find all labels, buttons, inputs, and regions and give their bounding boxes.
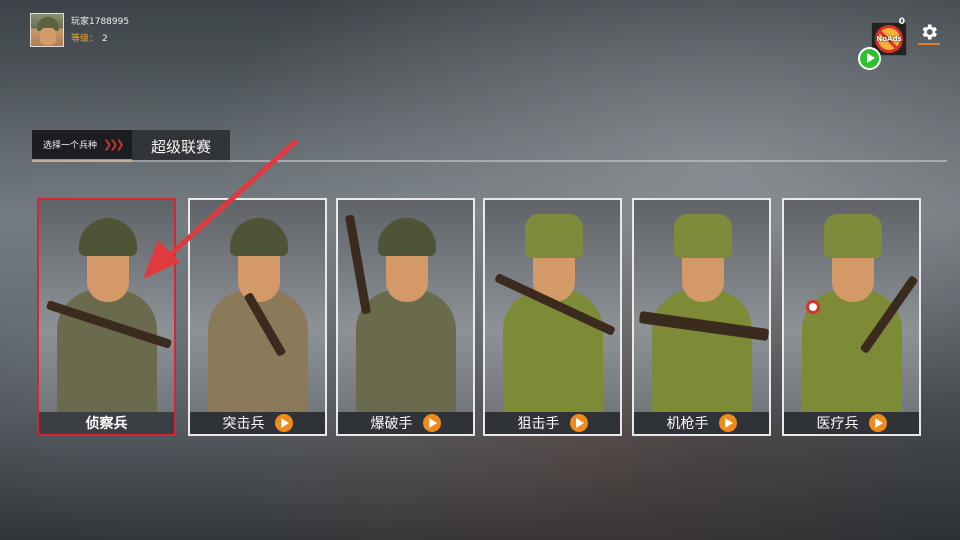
soldier-body [652, 290, 752, 430]
player-profile[interactable]: 玩家1788995 等级： 2 [30, 13, 129, 48]
unit-label-bar: 狙击手 [485, 412, 620, 434]
soldier-helmet [674, 214, 732, 258]
sniper-portrait [485, 200, 620, 430]
unit-label-bar: 爆破手 [338, 412, 473, 434]
unit-card-demolition[interactable]: 爆破手 [336, 198, 475, 436]
demolition-portrait [338, 200, 473, 430]
no-ads-icon: NoAds [875, 25, 903, 53]
soldier-helmet [230, 218, 288, 256]
unit-label-bar: 机枪手 [634, 412, 769, 434]
unit-card-assault[interactable]: 突击兵 [188, 198, 327, 436]
gear-icon [922, 24, 937, 40]
unit-name: 侦察兵 [85, 416, 128, 432]
tab-select-unit[interactable]: 选择一个兵种 ❯❯❯ [32, 130, 132, 162]
unit-name: 狙击手 [517, 416, 560, 432]
scout-portrait [39, 200, 174, 430]
tab-divider [32, 160, 947, 162]
soldier-helmet [378, 218, 436, 256]
unit-name: 医疗兵 [816, 416, 859, 432]
player-name: 玩家1788995 [71, 17, 130, 27]
soldier-body [503, 290, 603, 430]
profile-info: 玩家1788995 等级： 2 [71, 14, 129, 48]
avatar-face [40, 28, 56, 45]
play-video-icon[interactable] [569, 414, 588, 432]
settings-underline [918, 43, 940, 45]
soldier-helmet [824, 214, 882, 258]
unit-card-sniper[interactable]: 狙击手 [483, 198, 622, 436]
unit-label-bar: 突击兵 [190, 412, 325, 434]
settings-button[interactable] [918, 22, 940, 45]
play-video-icon[interactable] [422, 414, 441, 432]
level-row: 等级： 2 [71, 31, 129, 48]
no-ads-label: NoAds [876, 35, 902, 43]
red-cross-armband-icon [806, 300, 820, 314]
avatar[interactable] [30, 13, 64, 47]
tab-bar: 选择一个兵种 ❯❯❯ 超级联赛 [32, 130, 230, 162]
soldier-helmet [525, 214, 583, 258]
tab-super-league-label: 超级联赛 [150, 137, 211, 156]
assault-portrait [190, 200, 325, 430]
play-video-icon[interactable] [718, 414, 737, 432]
play-video-icon[interactable] [868, 414, 887, 432]
tab-super-league[interactable]: 超级联赛 [132, 130, 230, 162]
unit-label-bar: 医疗兵 [784, 412, 919, 434]
machine-gunner-portrait [634, 200, 769, 430]
level-label: 等级： [71, 34, 99, 44]
soldier-helmet [79, 218, 137, 256]
unit-card-scout[interactable]: 侦察兵 [37, 198, 176, 436]
unit-name: 爆破手 [370, 416, 413, 432]
soldier-weapon [344, 214, 372, 315]
soldier-body [356, 290, 456, 430]
unit-card-machine-gunner[interactable]: 机枪手 [632, 198, 771, 436]
medic-portrait [784, 200, 919, 430]
unit-name: 突击兵 [222, 416, 265, 432]
level-value: 2 [102, 34, 108, 44]
unit-card-medic[interactable]: 医疗兵 [782, 198, 921, 436]
unit-name: 机枪手 [666, 416, 709, 432]
no-ads-count-badge: 0 [898, 17, 905, 27]
unit-label-bar: 侦察兵 [39, 412, 174, 434]
chevron-right-icon: ❯❯❯ [103, 138, 125, 151]
play-video-icon[interactable] [858, 47, 881, 70]
unit-card-list: 侦察兵 突击兵 爆破手 狙击手 机枪手 医疗兵 [37, 198, 927, 438]
tab-select-unit-label: 选择一个兵种 [43, 141, 98, 151]
play-video-icon[interactable] [274, 414, 293, 432]
